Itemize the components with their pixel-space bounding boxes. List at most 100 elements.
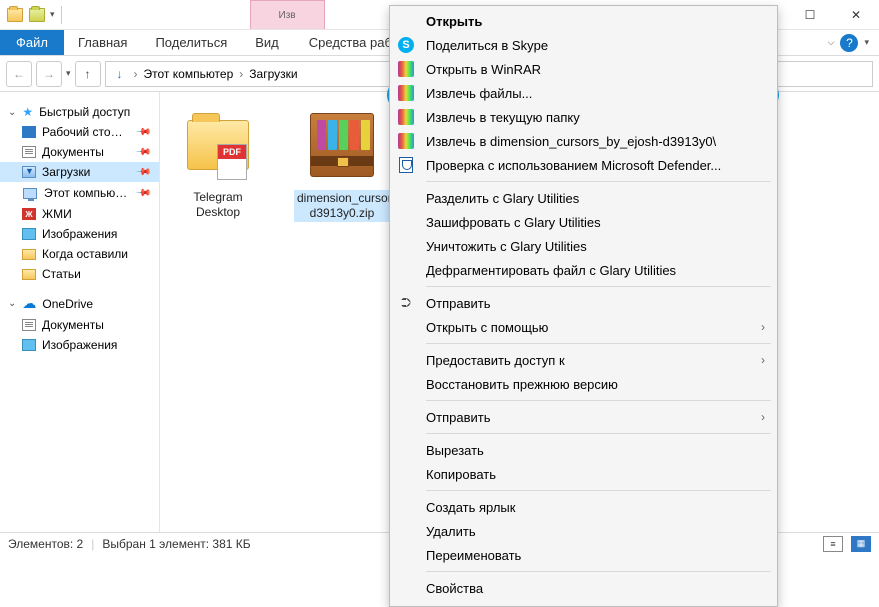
ctx-cut[interactable]: Вырезать [392,438,775,462]
ctx-extract-to[interactable]: Извлечь в dimension_cursors_by_ejosh-d39… [392,129,775,153]
sidebar-item-folder1[interactable]: Когда оставили [0,244,159,264]
up-button[interactable]: ↑ [75,61,101,87]
context-menu: Открыть SПоделиться в Skype Открыть в Wi… [389,5,778,607]
ctx-open[interactable]: Открыть [392,9,775,33]
sidebar-item-od-docs[interactable]: Документы [0,315,159,335]
sidebar-item-folder2[interactable]: Статьи [0,264,159,284]
collapse-ribbon-icon[interactable]: ⌵ [828,37,835,48]
file-item-zip[interactable]: dimension_cursors_by_ejosh-d3913y0.zip [294,106,390,222]
ctx-rename[interactable]: Переименовать [392,543,775,567]
share-icon: ⮊ [396,293,416,313]
submenu-arrow-icon: › [761,353,765,367]
breadcrumb-current[interactable]: Загрузки [249,67,297,81]
file-label: Telegram Desktop [170,190,266,220]
separator [426,181,771,182]
winrar-icon [396,107,416,127]
desktop-icon [22,126,36,138]
document-icon [22,146,36,158]
separator [426,490,771,491]
history-dropdown-icon[interactable]: ▾ [66,68,71,79]
separator [426,343,771,344]
file-tab[interactable]: Файл [0,30,64,55]
folder-alt-icon [28,6,46,24]
ctx-glary-encrypt[interactable]: Зашифровать с Glary Utilities [392,210,775,234]
caret-icon: ⌄ [8,298,16,309]
ctx-grant-access[interactable]: Предоставить доступ к› [392,348,775,372]
ctx-copy[interactable]: Копировать [392,462,775,486]
sidebar-item-desktop[interactable]: Рабочий сто…📌 [0,122,159,142]
chevron-right-icon[interactable]: › [239,67,243,81]
help-icon[interactable]: ? [840,34,858,52]
star-icon: ★ [22,105,33,119]
view-details-button[interactable]: ≡ [823,536,843,552]
sidebar-item-od-images[interactable]: Изображения [0,335,159,355]
file-item-telegram[interactable]: PDF Telegram Desktop [170,106,266,220]
maximize-button[interactable]: ☐ [787,0,833,29]
sidebar-item-documents[interactable]: Документы📌 [0,142,159,162]
ribbon-help: ⌵ ? ▾ [828,30,879,55]
ctx-defender[interactable]: Проверка с использованием Microsoft Defe… [392,153,775,177]
ctx-open-with[interactable]: Открыть с помощью› [392,315,775,339]
submenu-arrow-icon: › [761,410,765,424]
winrar-icon [396,83,416,103]
pin-icon: 📌 [134,185,151,202]
forward-button[interactable]: → [36,61,62,87]
red-folder-icon: Ж [22,208,36,220]
sidebar-item-thispc[interactable]: Этот компью…📌 [0,182,159,204]
contextual-tool-tab[interactable]: Изв [250,0,325,29]
tool-context-label: Изв [279,10,296,21]
ctx-send[interactable]: ⮊Отправить [392,291,775,315]
ctx-glary-split[interactable]: Разделить с Glary Utilities [392,186,775,210]
ctx-shortcut[interactable]: Создать ярлык [392,495,775,519]
ctx-restore[interactable]: Восстановить прежнюю версию [392,372,775,396]
qat-dropdown-icon[interactable]: ▾ [50,9,55,20]
folder-icon [22,269,36,280]
sidebar-item-images[interactable]: Изображения [0,224,159,244]
ctx-properties[interactable]: Свойства [392,576,775,600]
quick-access-toolbar: ▾ [0,6,70,24]
separator [426,571,771,572]
chevron-right-icon[interactable]: › [134,67,138,81]
ctx-open-winrar[interactable]: Открыть в WinRAR [392,57,775,81]
ctx-extract-files[interactable]: Извлечь файлы... [392,81,775,105]
tab-share[interactable]: Поделиться [141,30,241,55]
ctx-glary-defrag[interactable]: Дефрагментировать файл с Glary Utilities [392,258,775,282]
monitor-icon [22,185,38,201]
winrar-icon [396,131,416,151]
breadcrumb-root[interactable]: Этот компьютер [144,67,234,81]
ctx-glary-destroy[interactable]: Уничтожить с Glary Utilities [392,234,775,258]
pin-icon: 📌 [134,144,151,161]
status-count: Элементов: 2 [8,537,83,551]
skype-icon: S [396,35,416,55]
onedrive-label: OneDrive [42,297,93,311]
ctx-delete[interactable]: Удалить [392,519,775,543]
winrar-icon [396,59,416,79]
back-button[interactable]: ← [6,61,32,87]
cloud-icon: ☁ [22,295,36,312]
folder-icon [22,249,36,260]
document-icon [22,319,36,331]
separator [426,400,771,401]
sidebar-item-downloads[interactable]: Загрузки📌 [0,162,159,182]
tab-view[interactable]: Вид [241,30,293,55]
ctx-extract-here[interactable]: Извлечь в текущую папку [392,105,775,129]
images-icon [22,228,36,240]
ctx-skype[interactable]: SПоделиться в Skype [392,33,775,57]
sidebar-item-zhmi[interactable]: ЖЖМИ [0,204,159,224]
file-label: dimension_cursors_by_ejosh-d3913y0.zip [294,190,390,222]
images-icon [22,339,36,351]
view-icons-button[interactable]: ▦ [851,536,871,552]
status-selection: Выбран 1 элемент: 381 КБ [102,537,250,551]
onedrive-header[interactable]: ⌄ ☁ OneDrive [0,292,159,315]
quick-access-header[interactable]: ⌄ ★ Быстрый доступ [0,102,159,122]
tab-home[interactable]: Главная [64,30,141,55]
close-button[interactable]: ✕ [833,0,879,29]
help-dropdown-icon[interactable]: ▾ [864,37,869,48]
navigation-pane: ⌄ ★ Быстрый доступ Рабочий сто…📌 Докумен… [0,92,160,532]
caret-icon: ⌄ [8,107,16,118]
shield-icon [396,155,416,175]
download-icon [22,166,36,178]
ctx-send-to[interactable]: Отправить› [392,405,775,429]
archive-thumbnail [303,106,381,184]
down-arrow-icon[interactable]: ↓ [112,66,128,82]
